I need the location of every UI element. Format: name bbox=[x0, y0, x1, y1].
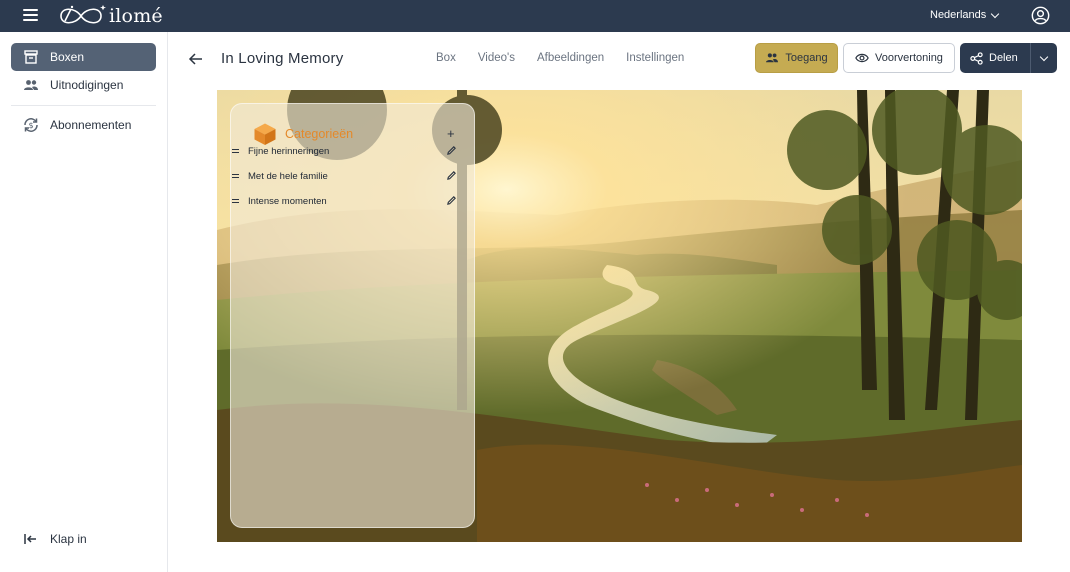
drag-handle-icon[interactable] bbox=[232, 148, 239, 155]
top-bar: ilomé Nederlands bbox=[0, 0, 1070, 32]
sidebar-item-boxen[interactable]: Boxen bbox=[11, 43, 156, 71]
category-label[interactable]: Fijne herinneringen bbox=[248, 146, 476, 157]
language-label: Nederlands bbox=[930, 9, 987, 21]
tab-box[interactable]: Box bbox=[436, 52, 456, 64]
collapse-sidebar-button[interactable]: Klap in bbox=[11, 527, 156, 551]
share-icon bbox=[970, 51, 983, 65]
brand-logo[interactable]: ilomé bbox=[55, 3, 163, 29]
drag-handle-icon[interactable] bbox=[232, 198, 239, 205]
tab-videos[interactable]: Video's bbox=[478, 52, 515, 64]
sidebar-item-abonnementen[interactable]: $ Abonnementen bbox=[11, 111, 156, 139]
sidebar: Boxen Uitnodigingen $ Abonnementen Klap … bbox=[0, 32, 168, 572]
subscription-icon: $ bbox=[22, 116, 40, 134]
edit-pencil-icon[interactable] bbox=[446, 170, 457, 181]
menu-icon[interactable] bbox=[23, 9, 38, 22]
collapse-left-icon bbox=[22, 530, 40, 548]
sidebar-item-uitnodigingen[interactable]: Uitnodigingen bbox=[11, 71, 156, 99]
chevron-down-icon bbox=[1039, 52, 1049, 61]
svg-text:$: $ bbox=[28, 121, 33, 130]
people-icon bbox=[765, 52, 779, 64]
edit-pencil-icon[interactable] bbox=[446, 195, 457, 206]
user-account-icon[interactable] bbox=[1031, 6, 1050, 25]
archive-icon bbox=[22, 48, 40, 66]
back-arrow-icon[interactable] bbox=[187, 50, 205, 68]
category-item: Intense momenten bbox=[231, 191, 476, 211]
categories-panel: Categorieën + Fijne herinneringen Met de… bbox=[230, 103, 475, 528]
sidebar-item-label: Boxen bbox=[50, 50, 85, 64]
share-button-label: Delen bbox=[989, 52, 1018, 64]
access-button-label: Toegang bbox=[785, 52, 828, 64]
share-button-group: Delen bbox=[960, 43, 1057, 73]
chevron-down-icon bbox=[991, 9, 1000, 18]
tab-instellingen[interactable]: Instellingen bbox=[626, 52, 684, 64]
people-icon bbox=[22, 76, 40, 94]
add-category-button[interactable]: + bbox=[447, 126, 455, 141]
category-item: Fijne herinneringen bbox=[231, 141, 476, 161]
box-canvas[interactable]: Categorieën + Fijne herinneringen Met de… bbox=[217, 90, 1022, 542]
tab-afbeeldingen[interactable]: Afbeeldingen bbox=[537, 52, 604, 64]
category-label[interactable]: Intense momenten bbox=[248, 196, 476, 207]
language-selector[interactable]: Nederlands bbox=[930, 9, 1000, 21]
collapse-label: Klap in bbox=[50, 532, 87, 546]
page-title: In Loving Memory bbox=[221, 50, 344, 67]
access-button[interactable]: Toegang bbox=[755, 43, 838, 73]
share-button[interactable]: Delen bbox=[960, 43, 1030, 73]
edit-pencil-icon[interactable] bbox=[446, 145, 457, 156]
sidebar-item-label: Uitnodigingen bbox=[50, 78, 124, 92]
sidebar-item-label: Abonnementen bbox=[50, 118, 132, 132]
preview-button[interactable]: Voorvertoning bbox=[843, 43, 955, 73]
categories-title: Categorieën bbox=[285, 127, 354, 141]
brand-name: ilomé bbox=[109, 5, 163, 27]
eye-icon bbox=[855, 52, 869, 64]
sidebar-divider bbox=[11, 105, 156, 106]
drag-handle-icon[interactable] bbox=[232, 173, 239, 180]
preview-button-label: Voorvertoning bbox=[875, 52, 943, 64]
infinity-logo-icon bbox=[60, 5, 106, 24]
category-item: Met de hele familie bbox=[231, 166, 476, 186]
category-label[interactable]: Met de hele familie bbox=[248, 171, 476, 182]
box-tabs: Box Video's Afbeeldingen Instellingen bbox=[436, 52, 684, 64]
share-options-dropdown[interactable] bbox=[1031, 43, 1057, 73]
